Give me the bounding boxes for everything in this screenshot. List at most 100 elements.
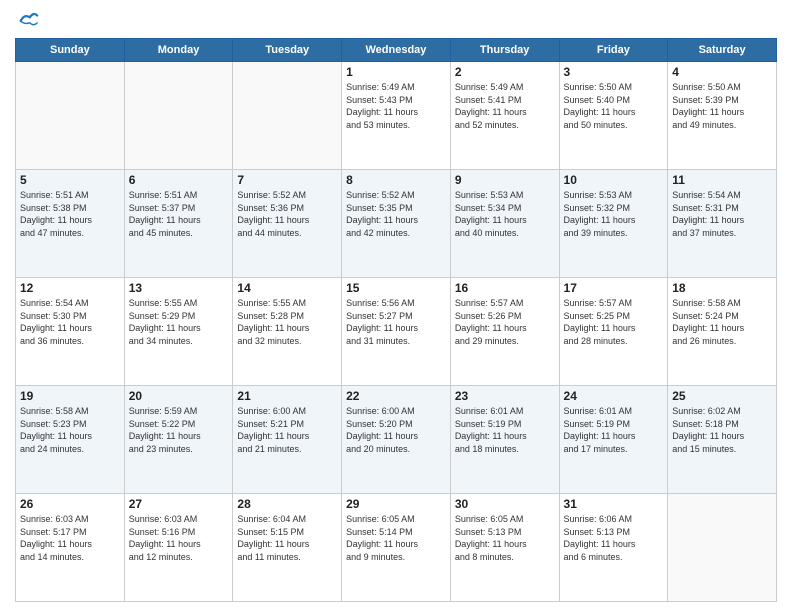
weekday-wednesday: Wednesday	[342, 39, 451, 62]
day-number: 15	[346, 281, 446, 295]
day-info: Sunrise: 5:53 AM Sunset: 5:34 PM Dayligh…	[455, 189, 555, 239]
calendar-cell: 23Sunrise: 6:01 AM Sunset: 5:19 PM Dayli…	[450, 386, 559, 494]
calendar-cell	[668, 494, 777, 602]
calendar-cell: 11 Sunrise: 5:54 AM Sunset: 5:31 PM Dayli…	[668, 170, 777, 278]
calendar-cell: 9 Sunrise: 5:53 AM Sunset: 5:34 PM Daylig…	[450, 170, 559, 278]
weekday-thursday: Thursday	[450, 39, 559, 62]
day-info: Sunrise: 5:51 AM Sunset: 5:38 PM Dayligh…	[20, 189, 120, 239]
calendar-cell: 5 Sunrise: 5:51 AM Sunset: 5:38 PM Daylig…	[16, 170, 125, 278]
calendar-cell: 31 Sunrise: 6:06 AM Sunset: 5:13 PM Dayli…	[559, 494, 668, 602]
calendar-cell: 29 Sunrise: 6:05 AM Sunset: 5:14 PM Dayli…	[342, 494, 451, 602]
calendar-cell: 22 Sunrise: 6:00 AM Sunset: 5:20 PM Dayli…	[342, 386, 451, 494]
day-number: 1	[346, 65, 446, 79]
page: SundayMondayTuesdayWednesdayThursdayFrid…	[0, 0, 792, 612]
day-number: 23	[455, 389, 555, 403]
day-info: Sunrise: 5:56 AM Sunset: 5:27 PM Dayligh…	[346, 297, 446, 347]
day-info: Sunrise: 6:03 AM Sunset: 5:17 PM Dayligh…	[20, 513, 120, 563]
day-number: 31	[564, 497, 664, 511]
day-info: Sunrise: 5:53 AM Sunset: 5:32 PM Dayligh…	[564, 189, 664, 239]
header	[15, 10, 777, 32]
logo	[15, 10, 39, 32]
day-info: Sunrise: 5:50 AM Sunset: 5:40 PM Dayligh…	[564, 81, 664, 131]
calendar-cell: 14 Sunrise: 5:55 AM Sunset: 5:28 PM Dayli…	[233, 278, 342, 386]
calendar-cell: 6 Sunrise: 5:51 AM Sunset: 5:37 PM Daylig…	[124, 170, 233, 278]
day-info: Sunrise: 5:55 AM Sunset: 5:28 PM Dayligh…	[237, 297, 337, 347]
weekday-monday: Monday	[124, 39, 233, 62]
day-number: 28	[237, 497, 337, 511]
day-number: 3	[564, 65, 664, 79]
day-number: 10	[564, 173, 664, 187]
day-info: Sunrise: 5:52 AM Sunset: 5:36 PM Dayligh…	[237, 189, 337, 239]
day-info: Sunrise: 6:00 AM Sunset: 5:20 PM Dayligh…	[346, 405, 446, 455]
calendar-cell: 21Sunrise: 6:00 AM Sunset: 5:21 PM Dayli…	[233, 386, 342, 494]
calendar-cell: 12 Sunrise: 5:54 AM Sunset: 5:30 PM Dayli…	[16, 278, 125, 386]
week-row-5: 26 Sunrise: 6:03 AM Sunset: 5:17 PM Dayli…	[16, 494, 777, 602]
week-row-1: 1 Sunrise: 5:49 AM Sunset: 5:43 PM Daylig…	[16, 62, 777, 170]
day-info: Sunrise: 6:03 AM Sunset: 5:16 PM Dayligh…	[129, 513, 229, 563]
day-info: Sunrise: 5:49 AM Sunset: 5:43 PM Dayligh…	[346, 81, 446, 131]
calendar-cell: 16Sunrise: 5:57 AM Sunset: 5:26 PM Dayli…	[450, 278, 559, 386]
calendar-table: SundayMondayTuesdayWednesdayThursdayFrid…	[15, 38, 777, 602]
weekday-friday: Friday	[559, 39, 668, 62]
day-info: Sunrise: 6:02 AM Sunset: 5:18 PM Dayligh…	[672, 405, 772, 455]
weekday-saturday: Saturday	[668, 39, 777, 62]
calendar-cell: 1 Sunrise: 5:49 AM Sunset: 5:43 PM Daylig…	[342, 62, 451, 170]
day-number: 9	[455, 173, 555, 187]
day-info: Sunrise: 5:57 AM Sunset: 5:25 PM Dayligh…	[564, 297, 664, 347]
day-info: Sunrise: 6:04 AM Sunset: 5:15 PM Dayligh…	[237, 513, 337, 563]
day-number: 2	[455, 65, 555, 79]
day-info: Sunrise: 5:55 AM Sunset: 5:29 PM Dayligh…	[129, 297, 229, 347]
calendar-cell: 17 Sunrise: 5:57 AM Sunset: 5:25 PM Dayli…	[559, 278, 668, 386]
day-info: Sunrise: 5:57 AM Sunset: 5:26 PM Dayligh…	[455, 297, 555, 347]
day-number: 6	[129, 173, 229, 187]
calendar-cell: 7 Sunrise: 5:52 AM Sunset: 5:36 PM Daylig…	[233, 170, 342, 278]
day-info: Sunrise: 6:06 AM Sunset: 5:13 PM Dayligh…	[564, 513, 664, 563]
day-info: Sunrise: 5:54 AM Sunset: 5:30 PM Dayligh…	[20, 297, 120, 347]
day-info: Sunrise: 5:54 AM Sunset: 5:31 PM Dayligh…	[672, 189, 772, 239]
day-number: 7	[237, 173, 337, 187]
day-number: 22	[346, 389, 446, 403]
day-number: 13	[129, 281, 229, 295]
calendar-cell	[233, 62, 342, 170]
day-number: 14	[237, 281, 337, 295]
calendar-cell: 25Sunrise: 6:02 AM Sunset: 5:18 PM Dayli…	[668, 386, 777, 494]
weekday-header-row: SundayMondayTuesdayWednesdayThursdayFrid…	[16, 39, 777, 62]
week-row-4: 19Sunrise: 5:58 AM Sunset: 5:23 PM Dayli…	[16, 386, 777, 494]
day-number: 5	[20, 173, 120, 187]
logo-icon	[17, 10, 39, 32]
day-info: Sunrise: 5:50 AM Sunset: 5:39 PM Dayligh…	[672, 81, 772, 131]
day-number: 30	[455, 497, 555, 511]
day-number: 24	[564, 389, 664, 403]
day-number: 4	[672, 65, 772, 79]
calendar-body: 1 Sunrise: 5:49 AM Sunset: 5:43 PM Daylig…	[16, 62, 777, 602]
calendar-cell: 20Sunrise: 5:59 AM Sunset: 5:22 PM Dayli…	[124, 386, 233, 494]
calendar-cell: 26 Sunrise: 6:03 AM Sunset: 5:17 PM Dayli…	[16, 494, 125, 602]
day-number: 12	[20, 281, 120, 295]
calendar-cell: 30Sunrise: 6:05 AM Sunset: 5:13 PM Dayli…	[450, 494, 559, 602]
calendar-cell	[16, 62, 125, 170]
day-number: 19	[20, 389, 120, 403]
day-number: 26	[20, 497, 120, 511]
week-row-2: 5 Sunrise: 5:51 AM Sunset: 5:38 PM Daylig…	[16, 170, 777, 278]
weekday-tuesday: Tuesday	[233, 39, 342, 62]
calendar-cell: 8Sunrise: 5:52 AM Sunset: 5:35 PM Daylig…	[342, 170, 451, 278]
day-number: 18	[672, 281, 772, 295]
day-number: 29	[346, 497, 446, 511]
calendar-cell: 3 Sunrise: 5:50 AM Sunset: 5:40 PM Daylig…	[559, 62, 668, 170]
day-info: Sunrise: 5:59 AM Sunset: 5:22 PM Dayligh…	[129, 405, 229, 455]
calendar-cell: 15 Sunrise: 5:56 AM Sunset: 5:27 PM Dayli…	[342, 278, 451, 386]
day-info: Sunrise: 5:58 AM Sunset: 5:24 PM Dayligh…	[672, 297, 772, 347]
calendar-cell: 28 Sunrise: 6:04 AM Sunset: 5:15 PM Dayli…	[233, 494, 342, 602]
day-number: 11	[672, 173, 772, 187]
calendar-cell: 27 Sunrise: 6:03 AM Sunset: 5:16 PM Dayli…	[124, 494, 233, 602]
day-number: 27	[129, 497, 229, 511]
calendar-cell: 2Sunrise: 5:49 AM Sunset: 5:41 PM Daylig…	[450, 62, 559, 170]
day-info: Sunrise: 6:01 AM Sunset: 5:19 PM Dayligh…	[564, 405, 664, 455]
day-info: Sunrise: 6:05 AM Sunset: 5:14 PM Dayligh…	[346, 513, 446, 563]
day-number: 8	[346, 173, 446, 187]
calendar-cell: 10 Sunrise: 5:53 AM Sunset: 5:32 PM Dayli…	[559, 170, 668, 278]
day-number: 17	[564, 281, 664, 295]
calendar-cell: 4 Sunrise: 5:50 AM Sunset: 5:39 PM Daylig…	[668, 62, 777, 170]
week-row-3: 12 Sunrise: 5:54 AM Sunset: 5:30 PM Dayli…	[16, 278, 777, 386]
day-info: Sunrise: 5:51 AM Sunset: 5:37 PM Dayligh…	[129, 189, 229, 239]
